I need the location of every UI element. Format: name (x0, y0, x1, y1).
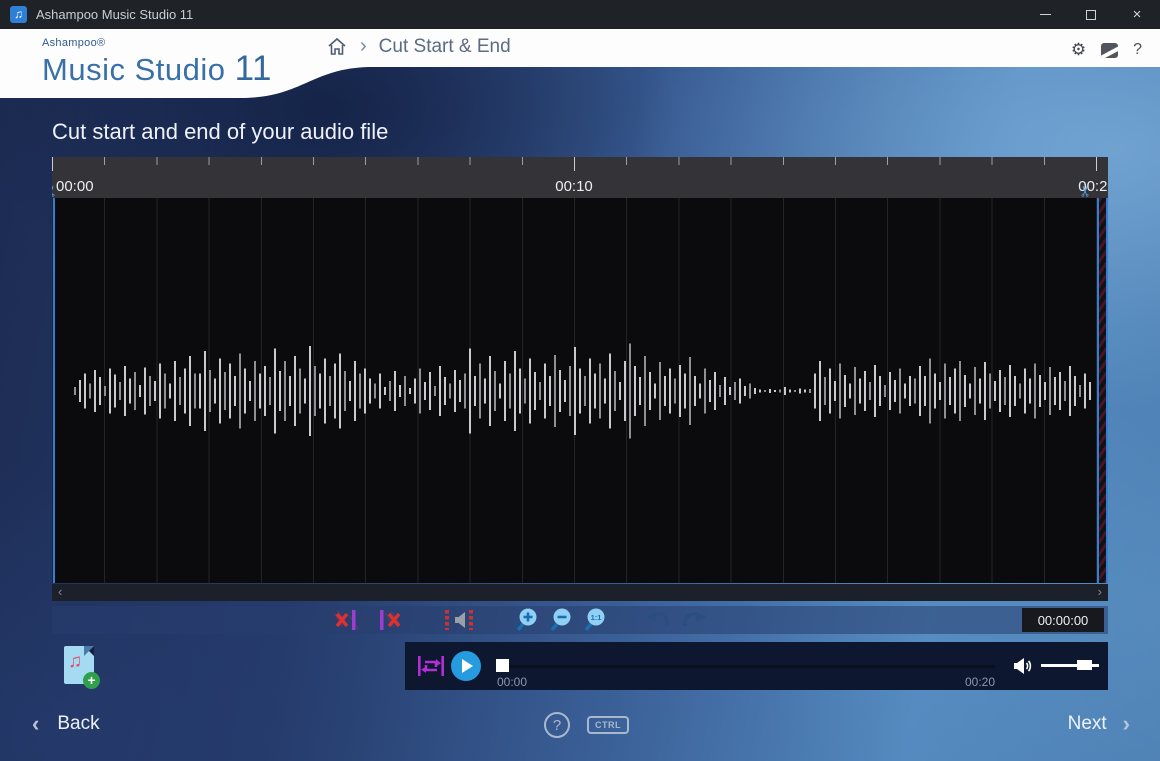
app-window: ♫ Ashampoo Music Studio 11 × Ashampoo® M… (0, 0, 1160, 761)
waveform-scrollbar[interactable]: ‹ › (52, 584, 1108, 601)
start-marker-handle-icon[interactable]: ✂ (52, 185, 60, 198)
zoom-in-button[interactable] (515, 608, 539, 632)
scroll-left-icon[interactable]: ‹ (58, 584, 62, 600)
zoom-out-button[interactable] (549, 608, 573, 632)
play-button[interactable] (451, 651, 481, 681)
home-icon[interactable] (326, 36, 348, 58)
end-marker-handle-icon[interactable]: ✂ (1076, 185, 1094, 198)
file-fold-corner (84, 646, 94, 656)
breadcrumb-current: Cut Start & End (379, 36, 511, 58)
redo-button[interactable] (681, 608, 707, 632)
waveform-svg (52, 198, 1108, 583)
volume-slider[interactable] (1041, 664, 1099, 667)
app-icon: ♫ (10, 6, 27, 23)
window-title: Ashampoo Music Studio 11 (36, 7, 1022, 22)
help-button[interactable]: ? (544, 712, 570, 738)
end-edge-marker (1106, 198, 1108, 583)
volume-handle[interactable] (1077, 660, 1092, 670)
total-time: 00:20 (965, 675, 995, 689)
cut-after-marker-button[interactable] (373, 608, 403, 632)
zoom-one-to-one-button[interactable]: 1:1 (583, 608, 607, 632)
ruler-label-mid: 00:10 (555, 178, 593, 195)
minimize-button[interactable] (1022, 0, 1068, 29)
edit-toolbar: 1:1 00:00:00 (52, 606, 1108, 634)
brand-version: 11 (235, 49, 272, 88)
feedback-icon[interactable] (1101, 43, 1118, 58)
cursor-time-display: 00:00:00 (1022, 608, 1104, 632)
main-area: Cut start and end of your audio file 00:… (0, 67, 1160, 761)
waveform-panel[interactable] (52, 198, 1108, 583)
remove-silence-button[interactable] (441, 608, 477, 632)
cut-excluded-region (1099, 198, 1106, 583)
ruler-label-start: 00:00 (56, 178, 94, 195)
scroll-right-icon[interactable]: › (1098, 584, 1102, 600)
breadcrumb-chevron-icon: › (360, 35, 367, 58)
next-chevron-icon: › (1123, 713, 1130, 735)
timeline-ruler[interactable]: 00:00 00:10 00:20 ✂ ✂ (52, 157, 1108, 198)
player-bar: 00:00 00:20 (405, 642, 1108, 690)
brand-name: Music Studio (42, 52, 225, 87)
settings-gear-icon[interactable]: ⚙ (1071, 40, 1086, 60)
breadcrumb: › Cut Start & End (326, 36, 511, 58)
brand-small-text: Ashampoo® (42, 38, 272, 49)
page-title: Cut start and end of your audio file (52, 119, 388, 145)
cut-before-marker-button[interactable] (333, 608, 363, 632)
titlebar: ♫ Ashampoo Music Studio 11 × (0, 0, 1160, 29)
add-music-file-button[interactable]: ♫ + (64, 646, 94, 684)
zoom-one-label: 1:1 (591, 613, 602, 622)
seek-slider[interactable] (497, 665, 995, 668)
seek-handle[interactable] (496, 659, 509, 672)
ctrl-key-hint[interactable]: CTRL (587, 716, 629, 734)
volume-icon[interactable] (1013, 657, 1033, 680)
start-cut-marker[interactable] (53, 198, 55, 583)
back-label: Back (57, 713, 99, 735)
loop-button[interactable] (417, 655, 445, 682)
music-note-icon: ♫ (68, 651, 82, 673)
brand-logo: Ashampoo® Music Studio 11 (42, 38, 272, 86)
back-chevron-icon: ‹ (32, 713, 39, 735)
help-label: ? (553, 717, 561, 734)
elapsed-time: 00:00 (497, 675, 527, 689)
add-plus-icon: + (83, 672, 100, 689)
next-label: Next (1068, 713, 1107, 735)
next-button[interactable]: Next › (1068, 713, 1130, 735)
close-button[interactable]: × (1114, 0, 1160, 29)
back-button[interactable]: ‹ Back (32, 713, 100, 735)
play-icon (462, 659, 473, 673)
undo-button[interactable] (645, 608, 671, 632)
maximize-button[interactable] (1068, 0, 1114, 29)
header-help-icon[interactable]: ? (1133, 41, 1142, 59)
